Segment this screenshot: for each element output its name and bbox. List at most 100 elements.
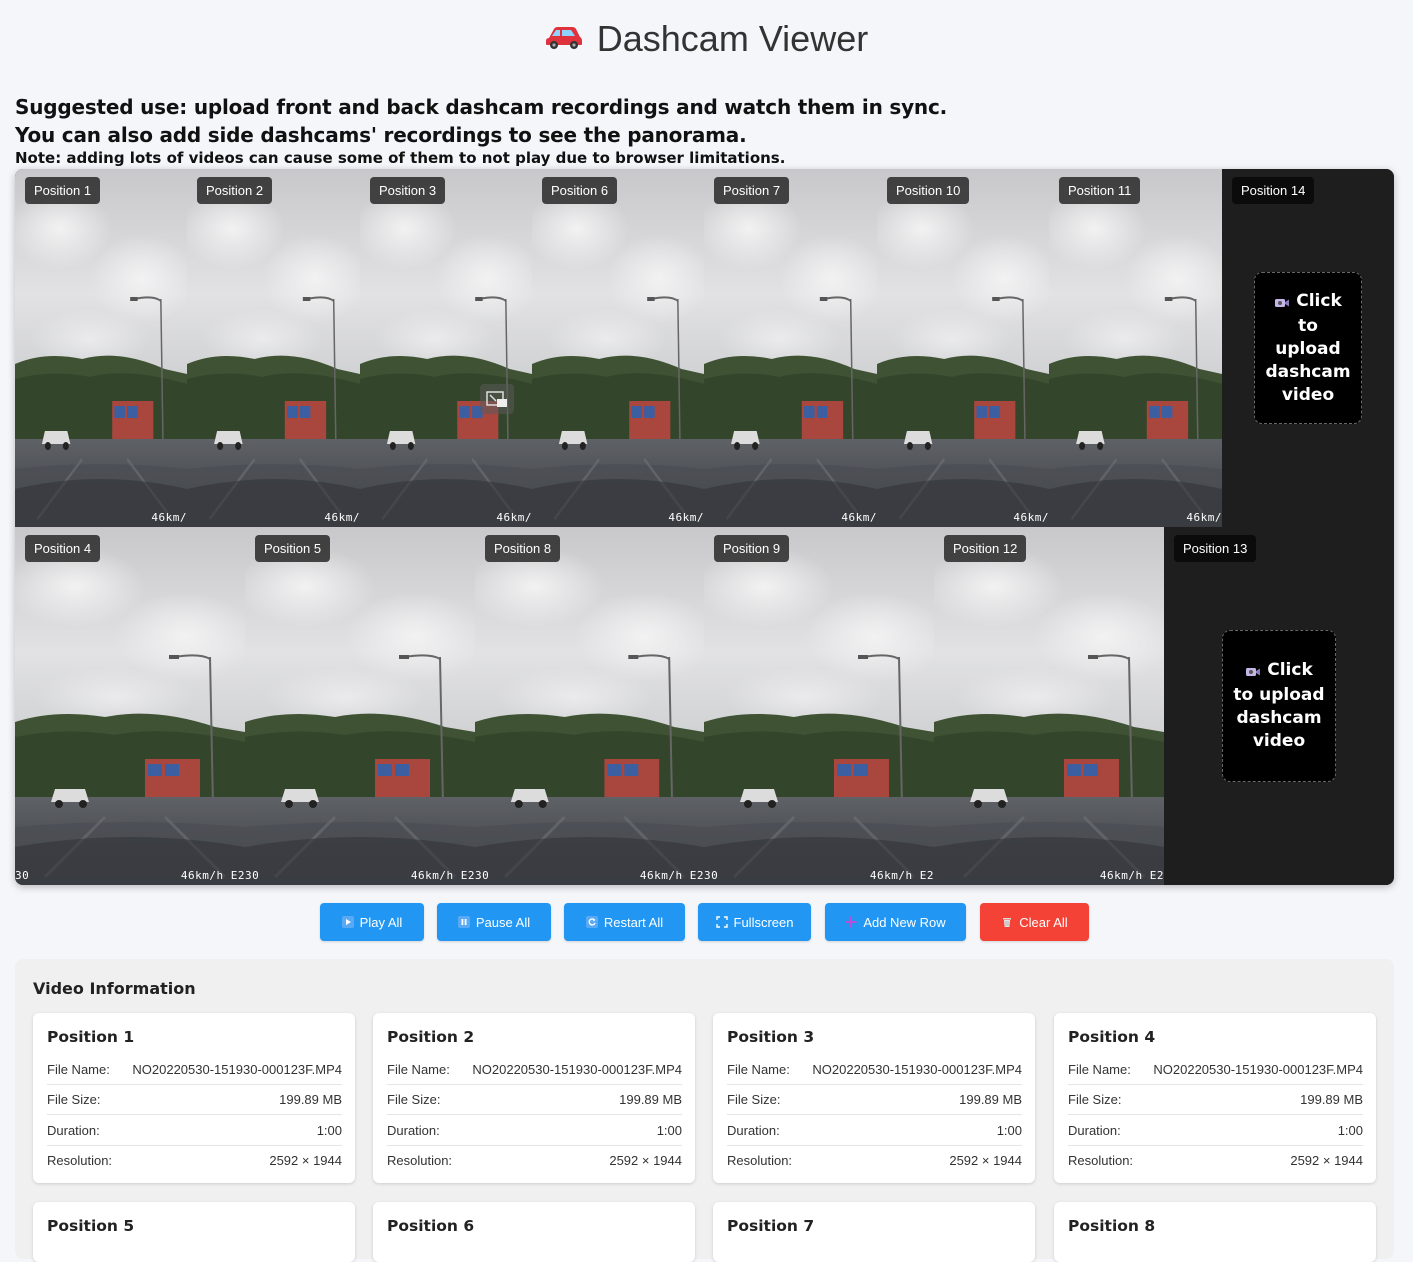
video-info-card: Position 2 File Name: NO20220530-151930-0… xyxy=(373,1013,695,1183)
clear-all-button[interactable]: Clear All xyxy=(980,903,1089,941)
intro-note: Note: adding lots of videos can cause so… xyxy=(15,149,786,167)
app-title: Dashcam Viewer xyxy=(0,18,1413,62)
file-name-row: File Name: NO20220530-151930-000123F.MP4 xyxy=(387,1054,682,1085)
timestamp-overlay: 30 xyxy=(245,869,260,882)
fullscreen-icon xyxy=(715,916,728,928)
card-title: Position 1 xyxy=(47,1028,135,1046)
video-cell[interactable]: Position 2 46km/ xyxy=(187,169,360,527)
file-name-row: File Name: NO20220530-151930-000123F.MP4 xyxy=(1068,1054,1363,1085)
video-information-panel: Video Information Position 1 File Name: N… xyxy=(15,959,1394,1262)
duration-row: Duration: 1:00 xyxy=(47,1115,342,1146)
speed-overlay: 46km/h E2 xyxy=(869,869,934,882)
resolution-row: Resolution: 2592 × 1944 xyxy=(387,1145,682,1175)
restart-all-label: Restart All xyxy=(603,914,664,930)
intro-line-1: Suggested use: upload front and back das… xyxy=(15,95,948,119)
position-label: Position 13 xyxy=(1174,535,1257,562)
add-new-row-label: Add New Row xyxy=(863,914,946,930)
play-all-button[interactable]: Play All xyxy=(320,903,424,941)
video-frame xyxy=(877,169,1049,527)
video-frame xyxy=(1049,169,1222,527)
picture-in-picture-icon[interactable] xyxy=(480,384,514,414)
upload-button[interactable]: Click to upload dashcam video xyxy=(1254,272,1362,424)
speed-overlay: 46km/h E2 xyxy=(410,869,475,882)
duration-value: 1:00 xyxy=(316,1122,342,1138)
resolution-row: Resolution: 2592 × 1944 xyxy=(727,1145,1022,1175)
timestamp-overlay: 30 xyxy=(15,869,30,882)
play-all-label: Play All xyxy=(359,914,403,930)
video-cell[interactable]: Position 11 46km/ xyxy=(1049,169,1222,527)
video-camera-icon xyxy=(1245,661,1261,684)
video-cell[interactable]: Position 9 30 46km/h E2 xyxy=(704,527,934,885)
add-new-row-button[interactable]: Add New Row xyxy=(825,903,966,941)
position-label: Position 12 xyxy=(944,535,1027,562)
video-cell[interactable]: Position 7 46km/ xyxy=(704,169,877,527)
speed-overlay: 46km/ xyxy=(841,511,877,524)
card-title: Position 7 xyxy=(727,1217,815,1235)
duration-value: 1:00 xyxy=(656,1122,682,1138)
pause-all-label: Pause All xyxy=(475,914,531,930)
file-size-label: File Size: xyxy=(387,1091,441,1107)
speed-overlay: 46km/ xyxy=(324,511,360,524)
video-cell[interactable]: Position 12 46km/h E2 xyxy=(934,527,1164,885)
upload-button[interactable]: Click to upload dashcam video xyxy=(1222,630,1336,782)
restart-all-button[interactable]: Restart All xyxy=(564,903,685,941)
speed-overlay: 46km/ xyxy=(1186,511,1222,524)
file-size-row: File Size: 199.89 MB xyxy=(727,1084,1022,1115)
file-name-label: File Name: xyxy=(727,1061,790,1077)
video-frame xyxy=(532,169,704,527)
video-info-card: Position 1 File Name: NO20220530-151930-0… xyxy=(33,1013,355,1183)
file-name-label: File Name: xyxy=(47,1061,110,1077)
fullscreen-button[interactable]: Fullscreen xyxy=(698,903,811,941)
video-info-card: Position 4 File Name: NO20220530-151930-0… xyxy=(1054,1013,1376,1183)
speed-overlay: 46km/ xyxy=(1013,511,1049,524)
file-size-row: File Size: 199.89 MB xyxy=(1068,1084,1363,1115)
video-camera-icon xyxy=(1274,292,1290,315)
video-frame xyxy=(15,169,187,527)
card-title: Position 8 xyxy=(1068,1217,1156,1235)
resolution-value: 2592 × 1944 xyxy=(1290,1152,1363,1168)
file-size-value: 199.89 MB xyxy=(959,1091,1022,1107)
video-cell[interactable]: Position 3 46km/ xyxy=(360,169,532,527)
resolution-value: 2592 × 1944 xyxy=(949,1152,1022,1168)
file-name-label: File Name: xyxy=(1068,1061,1131,1077)
video-info-card: Position 6 xyxy=(373,1202,695,1262)
video-frame xyxy=(15,527,245,885)
video-row-2: Position 4 30 46km/h E2 Position 5 30 46… xyxy=(15,527,1394,885)
resolution-value: 2592 × 1944 xyxy=(609,1152,682,1168)
pause-all-button[interactable]: Pause All xyxy=(437,903,551,941)
video-cell[interactable]: Position 4 30 46km/h E2 xyxy=(15,527,245,885)
video-cell[interactable]: Position 10 46km/ xyxy=(877,169,1049,527)
position-label: Position 5 xyxy=(255,535,331,562)
card-title: Position 4 xyxy=(1068,1028,1156,1046)
card-title: Position 2 xyxy=(387,1028,475,1046)
card-title: Position 5 xyxy=(47,1217,135,1235)
resolution-row: Resolution: 2592 × 1944 xyxy=(1068,1145,1363,1175)
position-label: Position 10 xyxy=(887,177,970,204)
timestamp-overlay: 30 xyxy=(475,869,490,882)
file-size-value: 199.89 MB xyxy=(279,1091,342,1107)
resolution-label: Resolution: xyxy=(1068,1152,1134,1168)
video-cell[interactable]: Position 1 46km/ xyxy=(15,169,187,527)
position-label: Position 9 xyxy=(714,535,790,562)
position-label: Position 4 xyxy=(25,535,101,562)
duration-label: Duration: xyxy=(387,1122,440,1138)
empty-video-slot: Position 14 Click to upload dashcam vide… xyxy=(1222,169,1394,527)
file-size-label: File Size: xyxy=(727,1091,781,1107)
video-cell[interactable]: Position 6 46km/ xyxy=(532,169,704,527)
file-size-row: File Size: 199.89 MB xyxy=(47,1084,342,1115)
video-cell[interactable]: Position 5 30 46km/h E2 xyxy=(245,527,475,885)
position-label: Position 14 xyxy=(1232,177,1315,204)
speed-overlay: 46km/ xyxy=(668,511,704,524)
duration-value: 1:00 xyxy=(996,1122,1022,1138)
video-cell[interactable]: Position 8 30 46km/h E2 xyxy=(475,527,704,885)
video-frame xyxy=(704,527,934,885)
pause-icon xyxy=(457,916,470,928)
resolution-label: Resolution: xyxy=(47,1152,113,1168)
resolution-value: 2592 × 1944 xyxy=(269,1152,342,1168)
file-size-label: File Size: xyxy=(1068,1091,1122,1107)
speed-overlay: 46km/h E2 xyxy=(1099,869,1164,882)
speed-overlay: 46km/ xyxy=(151,511,187,524)
position-label: Position 11 xyxy=(1059,177,1141,204)
video-info-card: Position 3 File Name: NO20220530-151930-0… xyxy=(713,1013,1035,1183)
file-name-value: NO20220530-151930-000123F.MP4 xyxy=(472,1061,682,1077)
